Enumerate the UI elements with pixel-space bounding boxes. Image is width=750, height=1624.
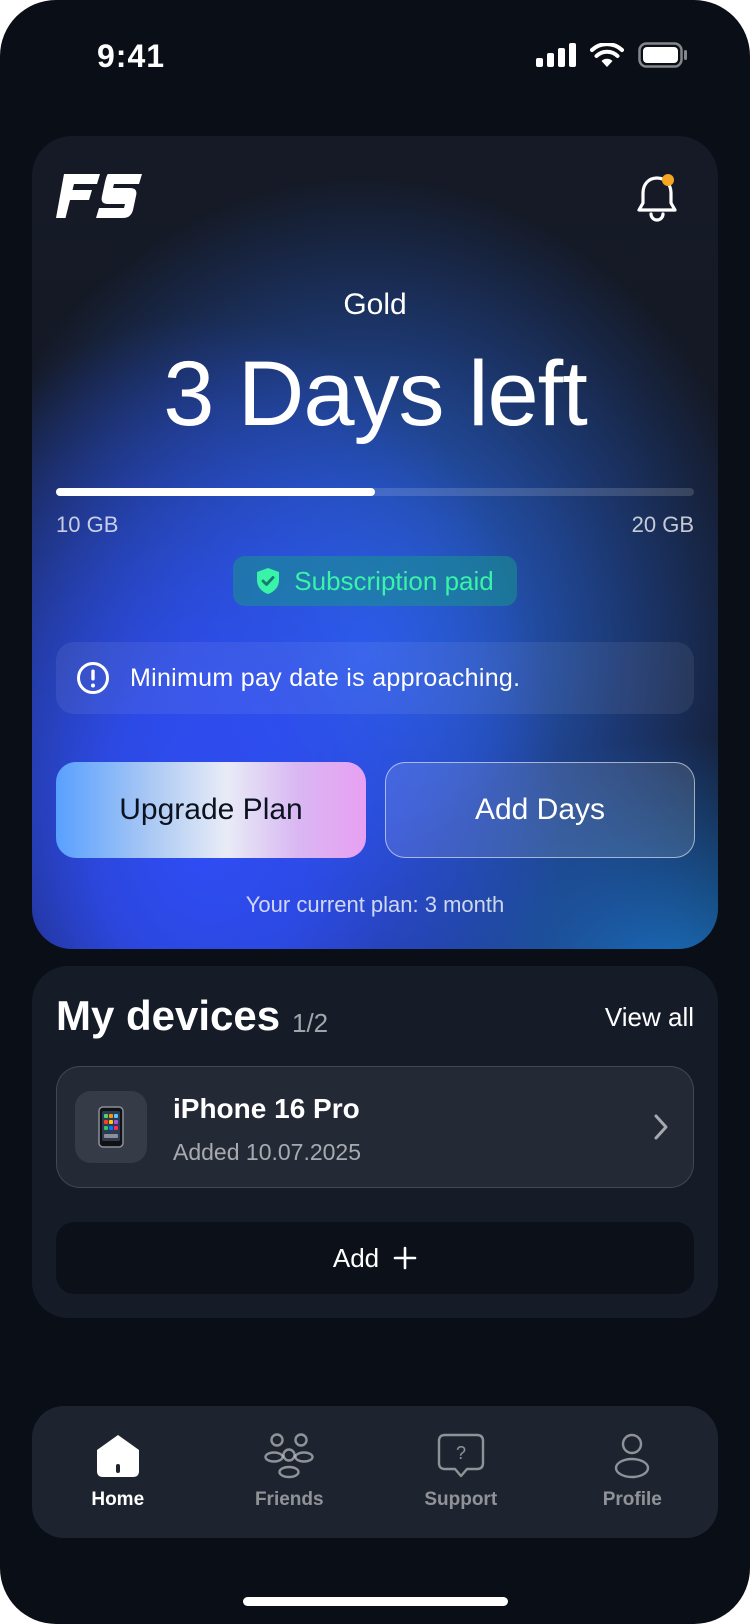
notice-text: Minimum pay date is approaching. xyxy=(130,663,521,692)
usage-progress-fill xyxy=(56,488,375,496)
home-indicator xyxy=(243,1597,508,1606)
device-thumbnail xyxy=(75,1091,147,1163)
add-device-label: Add xyxy=(332,1242,380,1273)
phone-screen: 9:41 Gold 3 Days left 10 GB 20 GB Subscr… xyxy=(0,0,750,1624)
wifi-icon xyxy=(590,43,624,67)
view-all-link[interactable]: View all xyxy=(605,1002,694,1033)
tab-friends[interactable]: Friends xyxy=(214,1433,364,1511)
chevron-right-icon xyxy=(654,1114,668,1140)
smartphone-icon xyxy=(98,1106,124,1148)
tab-support[interactable]: ? Support xyxy=(386,1433,536,1511)
home-icon xyxy=(96,1435,139,1477)
plan-tier: Gold xyxy=(343,288,407,321)
bell-icon xyxy=(637,174,677,222)
profile-icon xyxy=(615,1433,650,1479)
plus-icon xyxy=(393,1246,417,1270)
svg-text:?: ? xyxy=(456,1443,466,1463)
notification-dot xyxy=(662,174,674,186)
device-list-item[interactable]: iPhone 16 Pro Added 10.07.2025 xyxy=(56,1066,694,1188)
devices-count: 1/2 xyxy=(292,1008,329,1038)
status-icons xyxy=(536,42,688,68)
device-added-date: Added 10.07.2025 xyxy=(173,1139,362,1165)
tab-home-label: Home xyxy=(91,1489,145,1510)
subscription-card: Gold 3 Days left 10 GB 20 GB Subscriptio… xyxy=(32,136,718,949)
tab-profile-label: Profile xyxy=(602,1489,662,1510)
usage-max-label: 20 GB xyxy=(631,512,694,537)
usage-min-label: 10 GB xyxy=(56,512,119,537)
tab-profile[interactable]: Profile xyxy=(557,1433,707,1511)
friends-icon xyxy=(264,1433,314,1479)
devices-title: My devices xyxy=(56,992,281,1039)
tab-support-label: Support xyxy=(424,1489,498,1510)
battery-icon xyxy=(638,42,687,68)
usage-progress-bar xyxy=(56,488,694,496)
tab-friends-label: Friends xyxy=(254,1489,324,1510)
add-days-button[interactable]: Add Days xyxy=(385,762,695,858)
add-device-button[interactable]: Add xyxy=(56,1222,694,1294)
status-time: 9:41 xyxy=(97,38,166,74)
status-badge-label: Subscription paid xyxy=(294,565,494,596)
device-name: iPhone 16 Pro xyxy=(173,1093,360,1124)
bottom-tab-bar: Home Friends ? Support Profile xyxy=(32,1406,718,1538)
subscription-status-badge: Subscription paid xyxy=(233,556,517,606)
signal-icon xyxy=(536,43,576,67)
shield-check-icon xyxy=(257,568,280,594)
notifications-button[interactable] xyxy=(636,174,678,227)
support-icon: ? xyxy=(437,1433,484,1478)
tab-home[interactable]: Home xyxy=(43,1433,193,1511)
alert-circle-icon xyxy=(77,662,109,694)
payment-notice: Minimum pay date is approaching. xyxy=(56,642,694,714)
brand-logo xyxy=(56,174,142,218)
current-plan-label: Your current plan: 3 month xyxy=(245,892,505,917)
devices-card: My devices 1/2 View all iPhone 16 Pro Ad… xyxy=(32,966,718,1318)
upgrade-plan-button[interactable]: Upgrade Plan xyxy=(56,762,366,858)
days-left-title: 3 Days left xyxy=(163,343,588,445)
